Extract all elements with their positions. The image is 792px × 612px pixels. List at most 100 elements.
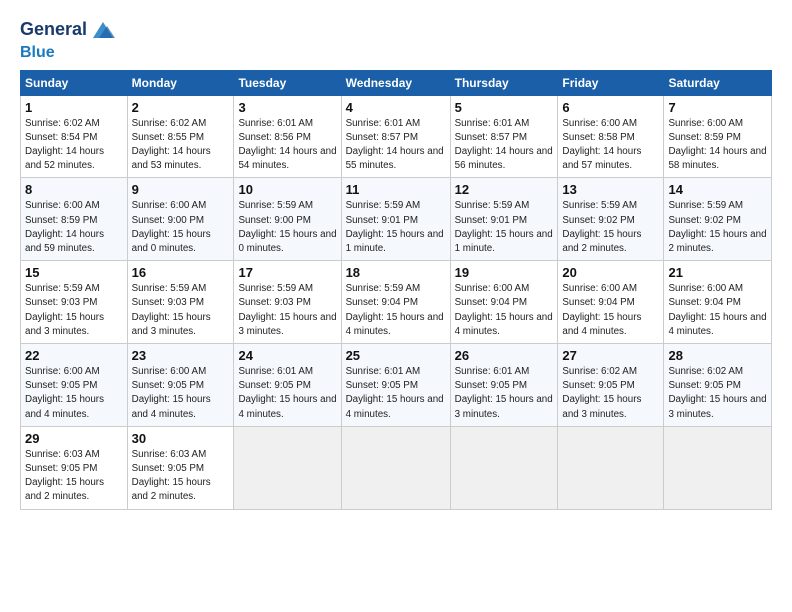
day-info: Sunrise: 6:01 AMSunset: 8:57 PMDaylight:…	[455, 117, 554, 174]
day-number: 13	[562, 182, 659, 197]
calendar-day-cell	[450, 426, 558, 509]
calendar-day-cell: 29 Sunrise: 6:03 AMSunset: 9:05 PMDaylig…	[21, 426, 128, 509]
calendar-week-row: 29 Sunrise: 6:03 AMSunset: 9:05 PMDaylig…	[21, 426, 772, 509]
day-number: 27	[562, 348, 659, 363]
calendar-day-cell: 14 Sunrise: 5:59 AMSunset: 9:02 PMDaylig…	[664, 178, 772, 261]
day-info: Sunrise: 6:00 AMSunset: 9:05 PMDaylight:…	[25, 365, 123, 422]
day-number: 26	[455, 348, 554, 363]
day-number: 29	[25, 431, 123, 446]
day-number: 12	[455, 182, 554, 197]
day-info: Sunrise: 6:02 AMSunset: 9:05 PMDaylight:…	[668, 365, 767, 422]
day-info: Sunrise: 6:01 AMSunset: 8:56 PMDaylight:…	[238, 117, 336, 174]
day-number: 6	[562, 100, 659, 115]
calendar-day-cell: 13 Sunrise: 5:59 AMSunset: 9:02 PMDaylig…	[558, 178, 664, 261]
day-info: Sunrise: 6:00 AMSunset: 9:00 PMDaylight:…	[132, 199, 230, 256]
calendar-day-cell	[341, 426, 450, 509]
day-info: Sunrise: 5:59 AMSunset: 9:01 PMDaylight:…	[455, 199, 554, 256]
day-info: Sunrise: 6:00 AMSunset: 8:59 PMDaylight:…	[668, 117, 767, 174]
calendar-day-cell: 20 Sunrise: 6:00 AMSunset: 9:04 PMDaylig…	[558, 261, 664, 344]
day-number: 8	[25, 182, 123, 197]
day-number: 5	[455, 100, 554, 115]
day-info: Sunrise: 5:59 AMSunset: 9:02 PMDaylight:…	[562, 199, 659, 256]
calendar-day-cell: 5 Sunrise: 6:01 AMSunset: 8:57 PMDayligh…	[450, 95, 558, 178]
day-number: 19	[455, 265, 554, 280]
day-info: Sunrise: 6:01 AMSunset: 8:57 PMDaylight:…	[346, 117, 446, 174]
logo-text: General	[20, 20, 87, 40]
calendar-day-cell: 3 Sunrise: 6:01 AMSunset: 8:56 PMDayligh…	[234, 95, 341, 178]
calendar-day-cell	[558, 426, 664, 509]
logo: General Blue	[20, 16, 117, 62]
day-number: 4	[346, 100, 446, 115]
day-info: Sunrise: 6:02 AMSunset: 8:55 PMDaylight:…	[132, 117, 230, 174]
calendar-day-cell	[664, 426, 772, 509]
calendar-week-row: 15 Sunrise: 5:59 AMSunset: 9:03 PMDaylig…	[21, 261, 772, 344]
day-number: 21	[668, 265, 767, 280]
calendar-week-row: 1 Sunrise: 6:02 AMSunset: 8:54 PMDayligh…	[21, 95, 772, 178]
calendar-day-cell: 30 Sunrise: 6:03 AMSunset: 9:05 PMDaylig…	[127, 426, 234, 509]
calendar-day-cell: 4 Sunrise: 6:01 AMSunset: 8:57 PMDayligh…	[341, 95, 450, 178]
day-number: 16	[132, 265, 230, 280]
day-info: Sunrise: 5:59 AMSunset: 9:00 PMDaylight:…	[238, 199, 336, 256]
calendar-day-cell: 23 Sunrise: 6:00 AMSunset: 9:05 PMDaylig…	[127, 344, 234, 427]
day-number: 23	[132, 348, 230, 363]
weekday-header: Friday	[558, 70, 664, 95]
day-number: 14	[668, 182, 767, 197]
day-number: 10	[238, 182, 336, 197]
calendar-day-cell: 26 Sunrise: 6:01 AMSunset: 9:05 PMDaylig…	[450, 344, 558, 427]
day-number: 22	[25, 348, 123, 363]
calendar-day-cell: 28 Sunrise: 6:02 AMSunset: 9:05 PMDaylig…	[664, 344, 772, 427]
calendar-day-cell: 25 Sunrise: 6:01 AMSunset: 9:05 PMDaylig…	[341, 344, 450, 427]
day-info: Sunrise: 5:59 AMSunset: 9:04 PMDaylight:…	[346, 282, 446, 339]
day-info: Sunrise: 6:01 AMSunset: 9:05 PMDaylight:…	[455, 365, 554, 422]
weekday-header: Saturday	[664, 70, 772, 95]
weekday-header: Tuesday	[234, 70, 341, 95]
weekday-header: Monday	[127, 70, 234, 95]
calendar-day-cell: 22 Sunrise: 6:00 AMSunset: 9:05 PMDaylig…	[21, 344, 128, 427]
day-info: Sunrise: 5:59 AMSunset: 9:03 PMDaylight:…	[132, 282, 230, 339]
header: General Blue	[20, 16, 772, 62]
calendar-day-cell: 7 Sunrise: 6:00 AMSunset: 8:59 PMDayligh…	[664, 95, 772, 178]
day-info: Sunrise: 5:59 AMSunset: 9:03 PMDaylight:…	[238, 282, 336, 339]
day-number: 28	[668, 348, 767, 363]
weekday-header: Thursday	[450, 70, 558, 95]
day-info: Sunrise: 6:01 AMSunset: 9:05 PMDaylight:…	[238, 365, 336, 422]
calendar-day-cell: 21 Sunrise: 6:00 AMSunset: 9:04 PMDaylig…	[664, 261, 772, 344]
day-info: Sunrise: 6:00 AMSunset: 9:04 PMDaylight:…	[562, 282, 659, 339]
day-number: 24	[238, 348, 336, 363]
page: General Blue SundayMondayTuesdayWednesda…	[0, 0, 792, 612]
day-number: 7	[668, 100, 767, 115]
day-info: Sunrise: 5:59 AMSunset: 9:03 PMDaylight:…	[25, 282, 123, 339]
day-info: Sunrise: 6:03 AMSunset: 9:05 PMDaylight:…	[132, 448, 230, 505]
calendar-day-cell: 18 Sunrise: 5:59 AMSunset: 9:04 PMDaylig…	[341, 261, 450, 344]
weekday-header: Wednesday	[341, 70, 450, 95]
calendar-week-row: 8 Sunrise: 6:00 AMSunset: 8:59 PMDayligh…	[21, 178, 772, 261]
day-number: 30	[132, 431, 230, 446]
calendar-day-cell: 17 Sunrise: 5:59 AMSunset: 9:03 PMDaylig…	[234, 261, 341, 344]
day-number: 18	[346, 265, 446, 280]
day-info: Sunrise: 6:03 AMSunset: 9:05 PMDaylight:…	[25, 448, 123, 505]
weekday-header: Sunday	[21, 70, 128, 95]
day-number: 20	[562, 265, 659, 280]
day-number: 25	[346, 348, 446, 363]
day-info: Sunrise: 6:00 AMSunset: 9:04 PMDaylight:…	[668, 282, 767, 339]
day-info: Sunrise: 6:02 AMSunset: 8:54 PMDaylight:…	[25, 117, 123, 174]
calendar-day-cell: 11 Sunrise: 5:59 AMSunset: 9:01 PMDaylig…	[341, 178, 450, 261]
calendar-day-cell: 6 Sunrise: 6:00 AMSunset: 8:58 PMDayligh…	[558, 95, 664, 178]
day-info: Sunrise: 6:00 AMSunset: 9:05 PMDaylight:…	[132, 365, 230, 422]
day-info: Sunrise: 6:00 AMSunset: 8:59 PMDaylight:…	[25, 199, 123, 256]
calendar-day-cell	[234, 426, 341, 509]
day-info: Sunrise: 5:59 AMSunset: 9:02 PMDaylight:…	[668, 199, 767, 256]
day-info: Sunrise: 6:02 AMSunset: 9:05 PMDaylight:…	[562, 365, 659, 422]
logo-icon	[89, 16, 117, 44]
day-info: Sunrise: 5:59 AMSunset: 9:01 PMDaylight:…	[346, 199, 446, 256]
calendar-header-row: SundayMondayTuesdayWednesdayThursdayFrid…	[21, 70, 772, 95]
calendar-day-cell: 10 Sunrise: 5:59 AMSunset: 9:00 PMDaylig…	[234, 178, 341, 261]
day-number: 11	[346, 182, 446, 197]
day-number: 3	[238, 100, 336, 115]
calendar-day-cell: 2 Sunrise: 6:02 AMSunset: 8:55 PMDayligh…	[127, 95, 234, 178]
day-info: Sunrise: 6:00 AMSunset: 9:04 PMDaylight:…	[455, 282, 554, 339]
calendar-day-cell: 12 Sunrise: 5:59 AMSunset: 9:01 PMDaylig…	[450, 178, 558, 261]
calendar-day-cell: 1 Sunrise: 6:02 AMSunset: 8:54 PMDayligh…	[21, 95, 128, 178]
calendar-day-cell: 27 Sunrise: 6:02 AMSunset: 9:05 PMDaylig…	[558, 344, 664, 427]
day-number: 15	[25, 265, 123, 280]
